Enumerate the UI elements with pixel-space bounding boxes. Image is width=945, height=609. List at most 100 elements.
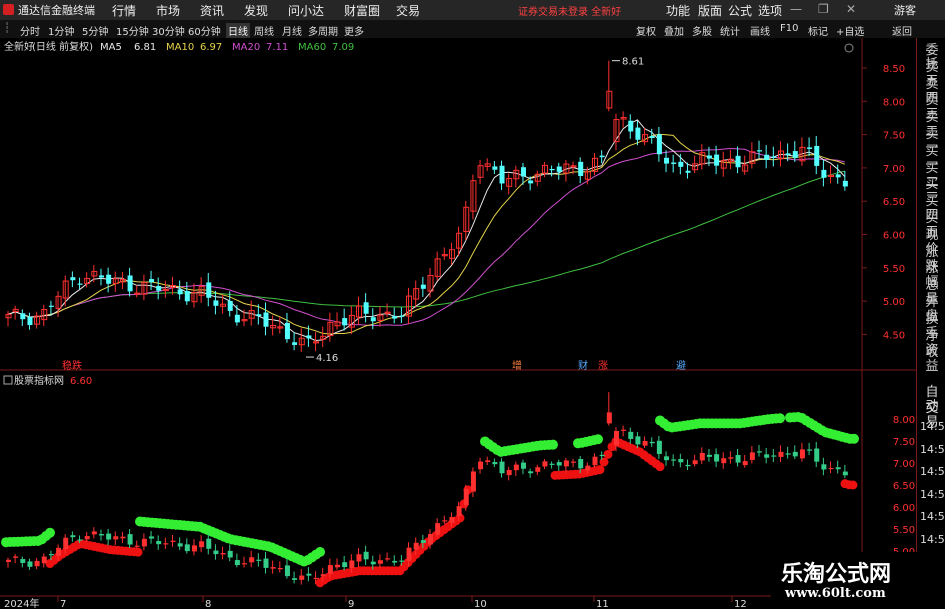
candle-body (234, 314, 240, 323)
sub-candle-body (263, 558, 269, 568)
menu-item-formula[interactable]: 公式 (728, 2, 752, 19)
menu-item-news[interactable]: 资讯 (200, 2, 224, 19)
sub-candle-body (370, 561, 376, 565)
menu-item-market[interactable]: 市场 (156, 2, 180, 19)
user-label[interactable]: 游客 (894, 2, 916, 18)
sub-candle-body (728, 457, 734, 459)
restore-icon[interactable]: ❐ (818, 2, 829, 16)
btn-overlay[interactable]: 叠加 (664, 23, 684, 38)
app-title: 通达信金融终端 (18, 4, 95, 17)
candle-body (792, 151, 798, 158)
sub-candle-body (56, 547, 62, 556)
period-daily[interactable]: 日线 (226, 23, 250, 38)
period-multi[interactable]: 多周期 (308, 23, 338, 38)
menu-item-function[interactable]: 功能 (666, 2, 690, 19)
sub-candle-body (671, 459, 677, 461)
candle-body (599, 155, 605, 158)
btn-add-watchlist[interactable]: +自选 (836, 23, 864, 38)
event-marker: 涨 (598, 360, 608, 372)
period-15min[interactable]: 15分钟 (116, 23, 149, 38)
sub-candle-body (206, 538, 212, 549)
time-tick-label: 14:56 (920, 533, 945, 546)
sub-candle-body (506, 469, 512, 476)
candle-body (70, 277, 76, 281)
indicator-green-dot (775, 413, 785, 424)
sub-candle-body (578, 458, 584, 469)
sub-candle-body (721, 458, 727, 464)
btn-draw[interactable]: 画线 (750, 23, 770, 38)
indicator-red-dot (603, 449, 613, 459)
indicator-green-dot (45, 527, 55, 538)
btn-adjust[interactable]: 复权 (636, 23, 656, 38)
indicator-red-dot (595, 465, 605, 475)
candle-body (420, 284, 426, 289)
menu-item-wealth[interactable]: 财富圈 (344, 2, 380, 19)
sub-candle-body (478, 461, 484, 470)
period-1min[interactable]: 1分钟 (48, 23, 74, 38)
candle-body (628, 120, 634, 132)
sub-candle-body (234, 560, 240, 566)
candle-body (263, 312, 269, 327)
ma-legend-name: MA5 (100, 42, 122, 53)
candle-body (156, 285, 162, 291)
login-notice[interactable]: 证券交易未登录 全新好 (518, 3, 621, 18)
candle-body (492, 166, 498, 170)
sub-candle-body (141, 538, 147, 547)
month-label: 8 (205, 599, 211, 609)
period-monthly[interactable]: 月线 (282, 23, 302, 38)
period-60min[interactable]: 60分钟 (188, 23, 221, 38)
menu-item-quotes[interactable]: 行情 (112, 2, 136, 19)
sub-candle-body (284, 565, 290, 577)
menu-item-discover[interactable]: 发现 (244, 2, 268, 19)
candle-body (835, 174, 841, 178)
menu-item-layout[interactable]: 版面 (698, 2, 722, 19)
btn-stats[interactable]: 统计 (720, 23, 740, 38)
period-weekly[interactable]: 周线 (254, 23, 274, 38)
sub-candle-body (420, 540, 426, 543)
candle-body (177, 289, 183, 295)
candle-body (149, 279, 155, 283)
toolbar-handle-icon: ┆ (4, 23, 11, 34)
btn-multi-stock[interactable]: 多股 (692, 23, 712, 38)
sub-candle-body (606, 412, 612, 424)
period-intraday[interactable]: 分时 (20, 23, 40, 38)
menu-item-trade[interactable]: 交易 (396, 2, 420, 19)
btn-f10[interactable]: F10 (780, 23, 798, 34)
candle-body (735, 155, 741, 168)
sub-candle-body (134, 545, 140, 547)
sub-candle-body (757, 451, 763, 453)
sub-candle-body (363, 551, 369, 560)
period-more[interactable]: 更多 (344, 23, 364, 38)
candle-body (127, 275, 133, 292)
kline-chart[interactable]: 8.50 8.00 7.50 7.00 6.50 6.00 5.50 5.00 4.50 8.0… (0, 38, 916, 609)
sub-candle-body (764, 454, 770, 458)
indicator-green-dot (548, 439, 558, 450)
sub-candle-body (156, 541, 162, 545)
sub-candle-body (549, 463, 555, 465)
btn-back[interactable]: 返回 (892, 23, 912, 38)
period-30min[interactable]: 30分钟 (152, 23, 185, 38)
menu-item-options[interactable]: 选项 (758, 2, 782, 19)
sub-candle-body (656, 440, 662, 454)
price-tick-label: 8.50 (883, 64, 905, 75)
btn-mark[interactable]: 标记 (808, 23, 828, 38)
sub-candle-body (520, 462, 526, 469)
sub-candle-body (799, 449, 805, 459)
menu-item-ask[interactable]: 问小达 (288, 2, 324, 19)
sub-candle-body (177, 543, 183, 547)
sub-price-tick-label: 7.50 (893, 437, 915, 448)
sub-candle-body (127, 534, 133, 545)
candle-body (342, 318, 348, 326)
minimize-icon[interactable]: — (790, 2, 802, 16)
candle-body (635, 127, 641, 140)
close-icon[interactable]: ✕ (846, 2, 856, 16)
candle-body (678, 161, 684, 167)
candle-body (656, 134, 662, 155)
sub-candle-body (149, 536, 155, 539)
sub-candle-body (48, 554, 54, 556)
period-5min[interactable]: 5分钟 (82, 23, 108, 38)
sub-candle-body (470, 471, 476, 492)
sub-candle-body (664, 456, 670, 461)
sub-candle-body (807, 449, 813, 451)
candle-body (363, 302, 369, 314)
